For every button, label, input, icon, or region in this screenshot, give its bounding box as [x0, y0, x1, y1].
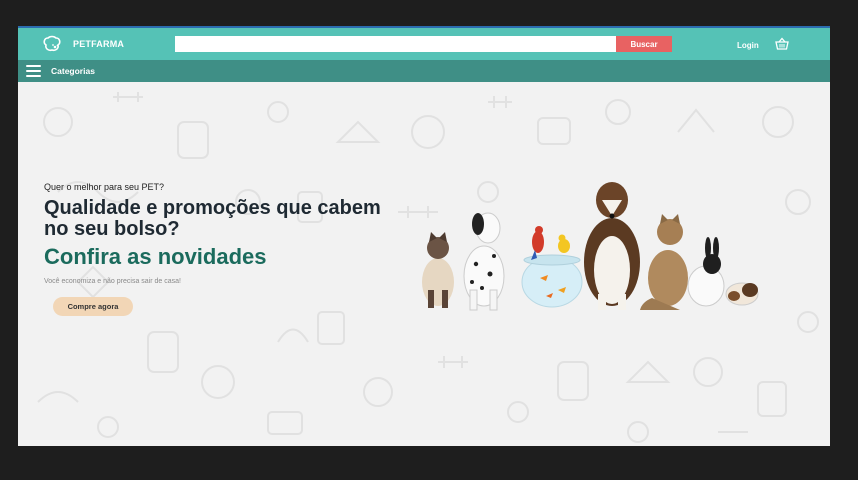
login-link[interactable]: Login [737, 41, 759, 50]
header: PETFARMA Buscar Login [18, 28, 830, 60]
shop-now-button[interactable]: Compre agora [53, 297, 133, 316]
siamese-cat-figure [422, 232, 454, 308]
dalmatian-figure [463, 212, 505, 311]
hero-subtitle: Você economiza e não precisa sair de cas… [44, 278, 181, 285]
hero-highlight: Confira as novidades [44, 244, 267, 269]
brand-name[interactable]: PETFARMA [73, 39, 124, 49]
search-button[interactable]: Buscar [616, 36, 672, 52]
collie-dog-figure [584, 182, 640, 310]
page: PETFARMA Buscar Login Categorias Quer o … [18, 26, 830, 446]
pets-image [422, 182, 759, 311]
menu-icon[interactable] [26, 65, 41, 77]
paw-logo-icon[interactable] [42, 35, 62, 53]
hero-headline: Qualidade e promoções que cabem no seu b… [44, 197, 381, 240]
hero-tagline: Quer o melhor para seu PET? [44, 182, 165, 192]
fishbowl-figure [521, 226, 583, 308]
categories-button[interactable]: Categorias [51, 66, 95, 76]
tabby-cat-figure [640, 214, 688, 310]
rabbit-figure [687, 237, 725, 307]
category-bar: Categorias [18, 60, 830, 82]
hero-banner: Quer o melhor para seu PET? Qualidade e … [18, 82, 830, 446]
search-input[interactable] [175, 36, 616, 52]
basket-icon[interactable] [774, 36, 790, 52]
guinea-pig-figure [725, 282, 759, 306]
